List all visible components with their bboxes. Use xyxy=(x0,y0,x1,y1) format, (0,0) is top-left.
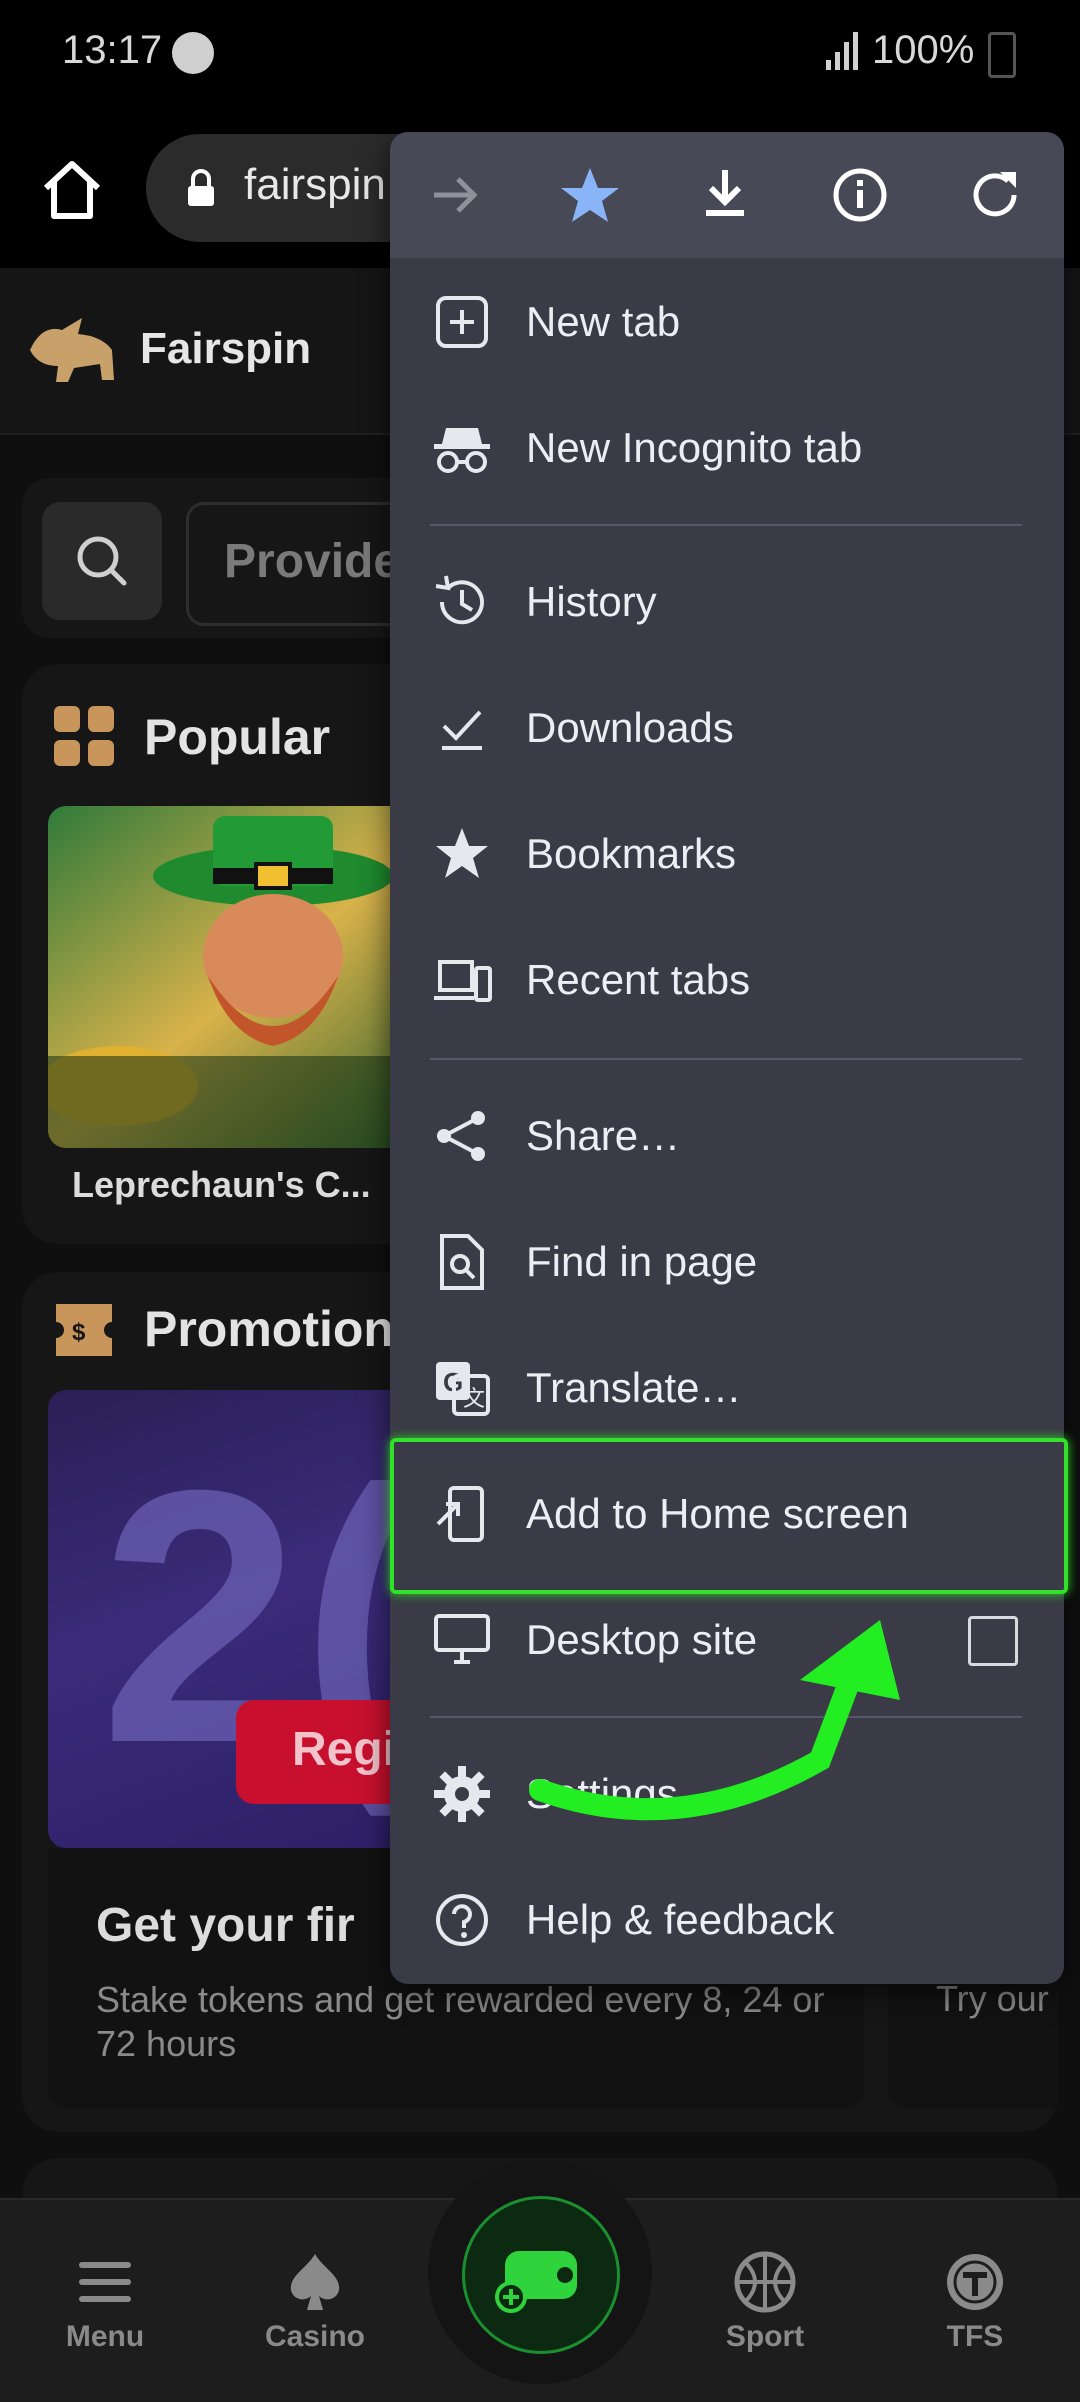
signal-icon xyxy=(826,32,858,70)
nav-sport[interactable]: Sport xyxy=(695,2250,835,2354)
menu-label: Find in page xyxy=(526,1238,758,1285)
menu-label: Help & feedback xyxy=(526,1896,835,1943)
history-icon xyxy=(435,575,484,625)
translate-icon: G 文 xyxy=(436,1362,490,1416)
download-icon[interactable] xyxy=(690,160,760,230)
menu-label: Bookmarks xyxy=(526,830,737,877)
recent-tabs-icon xyxy=(434,960,492,1002)
battery-percent: 100% xyxy=(872,28,975,72)
svg-text:文: 文 xyxy=(463,1386,485,1411)
search-button[interactable] xyxy=(42,502,162,620)
promotions-title: Promotion xyxy=(144,1301,394,1357)
incognito-icon xyxy=(434,428,490,473)
info-icon[interactable] xyxy=(825,160,895,230)
home-icon[interactable] xyxy=(40,158,104,222)
settings-icon xyxy=(434,1766,490,1822)
basketball-icon xyxy=(734,2251,796,2313)
desktop-icon xyxy=(434,1614,490,1664)
wallet-icon xyxy=(495,2251,577,2313)
bookmark-star-icon[interactable] xyxy=(555,160,625,230)
menu-divider xyxy=(430,524,1022,526)
forward-icon[interactable] xyxy=(420,160,490,230)
nav-label: TFS xyxy=(946,2320,1004,2353)
menu-label: New Incognito tab xyxy=(526,424,863,471)
annotation-arrow xyxy=(529,1620,900,1821)
downloads-icon xyxy=(442,710,482,750)
grid-icon xyxy=(54,706,114,766)
wallet-button[interactable] xyxy=(462,2196,620,2354)
search-icon xyxy=(77,536,127,586)
menu-divider xyxy=(430,1058,1022,1060)
nav-label: Menu xyxy=(65,2320,145,2353)
find-in-page-icon xyxy=(440,1234,484,1290)
promo-card-2-desc: Try our xyxy=(936,1978,1049,2019)
register-label: Regi xyxy=(292,1723,397,1776)
nav-tfs[interactable]: TFS xyxy=(905,2250,1045,2354)
lock-icon xyxy=(188,169,214,206)
spade-icon xyxy=(290,2254,340,2310)
new-tab-icon xyxy=(436,296,488,348)
menu-label: New tab xyxy=(526,298,681,345)
nav-label: Sport xyxy=(725,2320,805,2353)
desktop-site-checkbox[interactable] xyxy=(968,1616,1018,1666)
menu-label: Recent tabs xyxy=(526,956,751,1003)
nav-menu[interactable]: Menu xyxy=(35,2250,175,2354)
promo-card-desc: Stake tokens and get rewarded every 8, 2… xyxy=(96,1979,825,2064)
game-title: Leprechaun's C... xyxy=(72,1164,371,1205)
status-time: 13:17 xyxy=(62,28,163,72)
promo-ticket-icon: $ xyxy=(56,1304,112,1356)
menu-label: Downloads xyxy=(526,704,734,751)
spotify-icon xyxy=(172,32,214,74)
share-icon xyxy=(437,1111,485,1161)
hamburger-icon xyxy=(79,2262,131,2302)
reload-icon[interactable] xyxy=(960,160,1030,230)
nav-casino[interactable]: Casino xyxy=(245,2250,385,2354)
popular-title: Popular xyxy=(144,709,331,765)
bookmarks-icon xyxy=(436,828,488,878)
nav-label: Casino xyxy=(264,2320,366,2353)
highlight-box xyxy=(390,1438,1068,1594)
menu-label: Share… xyxy=(526,1112,681,1159)
menu-label: History xyxy=(526,578,657,625)
svg-text:$: $ xyxy=(72,1319,86,1346)
brand-name[interactable]: Fairspin xyxy=(140,324,311,374)
url-text: fairspin xyxy=(244,160,386,209)
menu-label: Translate… xyxy=(526,1364,742,1411)
provider-placeholder: Provide xyxy=(224,535,401,588)
battery-icon xyxy=(988,32,1016,78)
help-icon xyxy=(436,1894,488,1946)
promo-card-title: Get your fir xyxy=(96,1899,355,1952)
tfs-token-icon xyxy=(947,2254,1003,2310)
fairspin-lion-logo[interactable] xyxy=(22,310,122,390)
